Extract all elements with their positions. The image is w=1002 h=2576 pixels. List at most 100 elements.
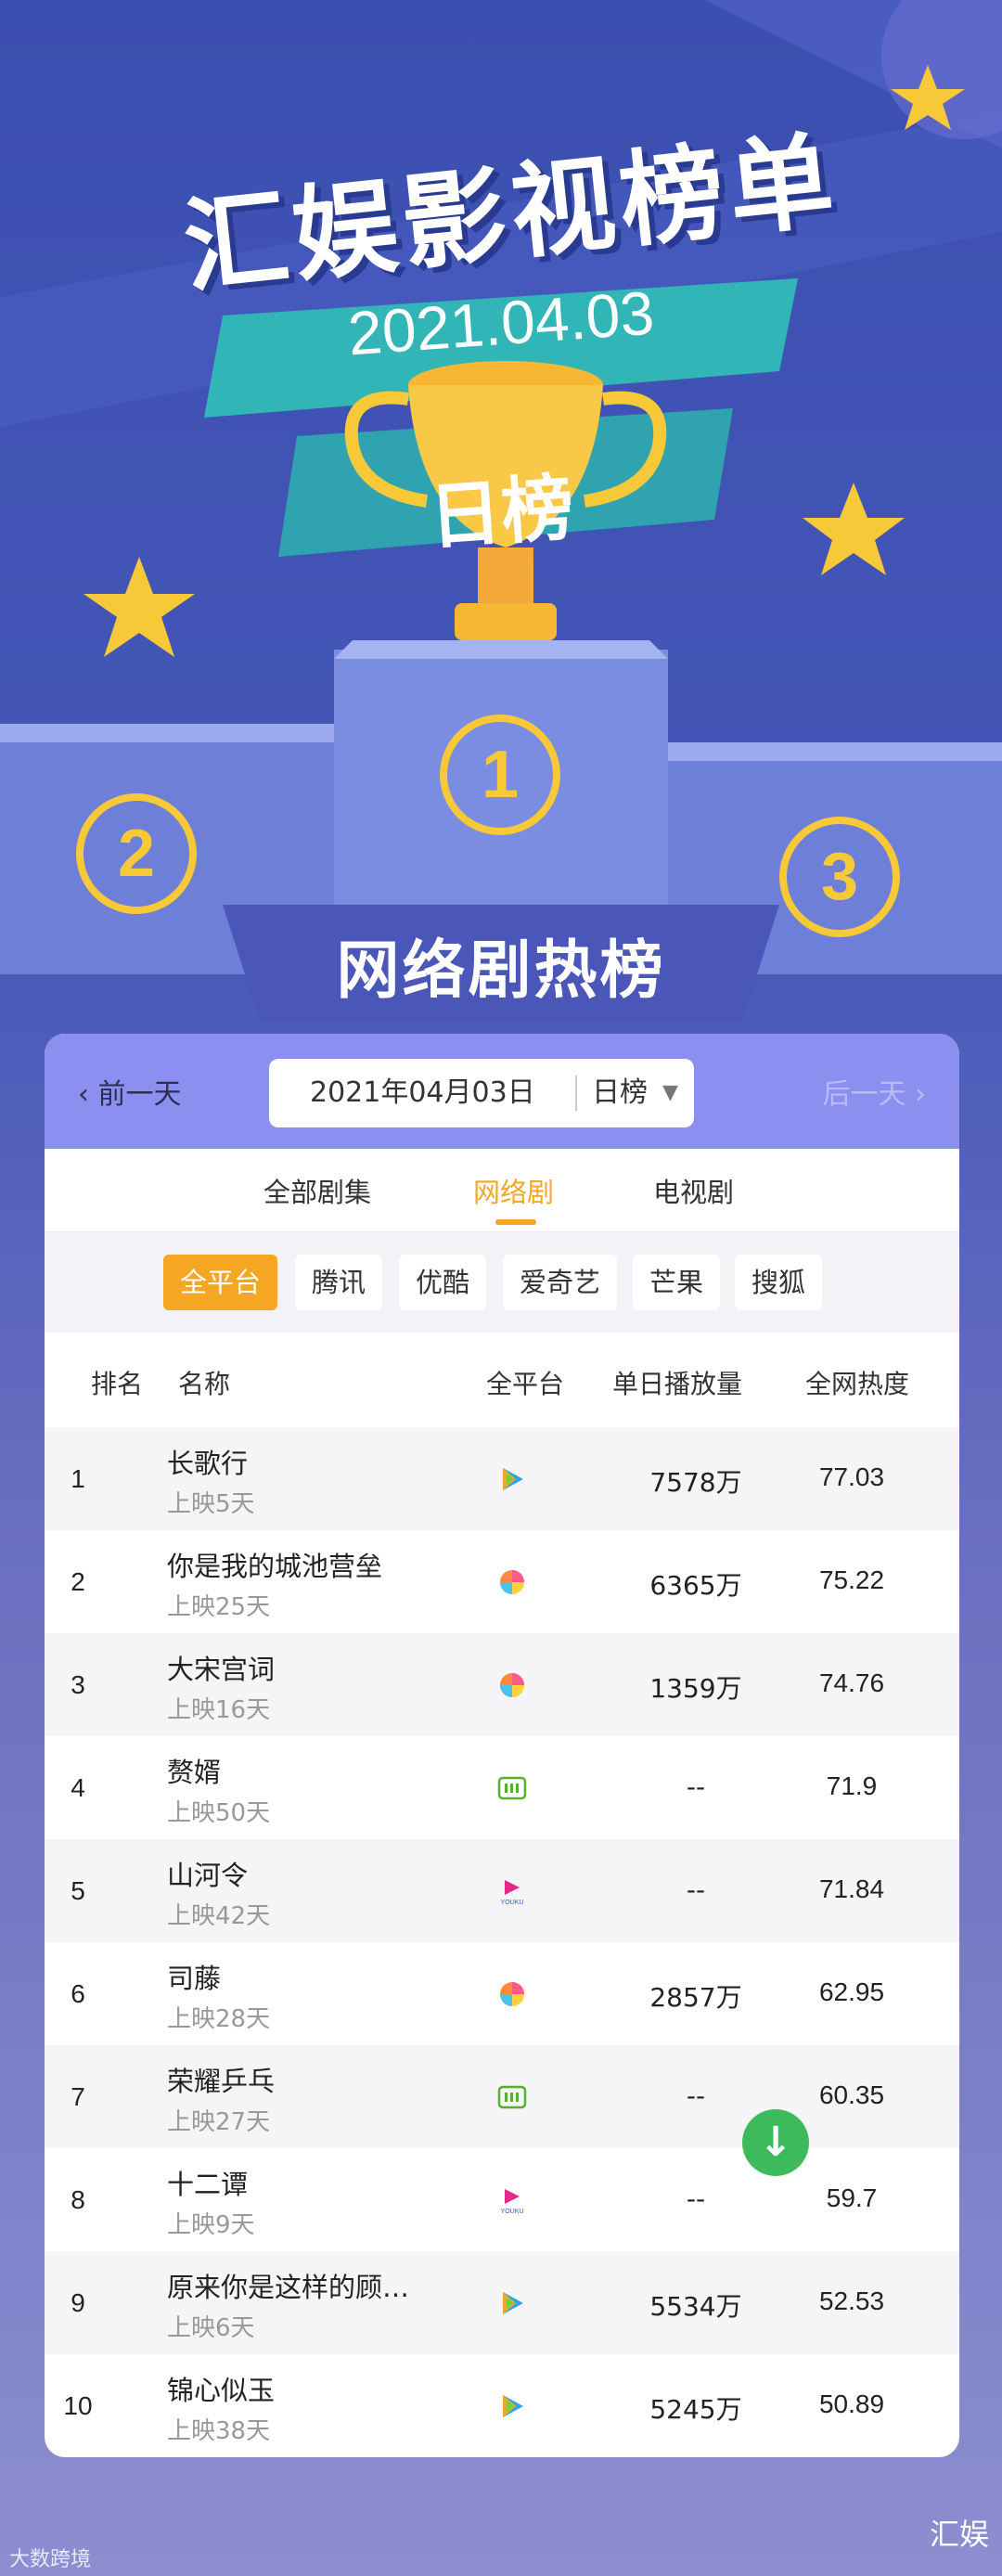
chevron-right-icon: › [906, 1078, 926, 1111]
header-rank: 排名 [91, 1369, 144, 1399]
row-plays: -- [686, 1771, 706, 1802]
svg-text:YOUKU: YOUKU [501, 1900, 524, 1906]
mango-tv-icon [497, 1979, 527, 2009]
row-rank: 5 [71, 1876, 85, 1905]
row-rank: 3 [71, 1670, 85, 1699]
row-title: 原来你是这样的顾… [167, 2272, 410, 2303]
row-heat: 71.9 [826, 1771, 878, 1800]
ranking-card: ‹ 前一天 2021年04月03日 日榜 ▼ 后一天 › 全部剧集 网络剧 电视… [45, 1034, 959, 2457]
row-plays: 6365万 [649, 1570, 742, 1601]
row-rank: 10 [63, 2391, 93, 2420]
row-heat: 75.22 [818, 1565, 885, 1594]
date-value: 2021年04月03日 [310, 1076, 535, 1109]
hero-banner: 汇娱影视榜单 2021.04.03 日榜 1 2 3 网络剧热榜 [0, 0, 1002, 1076]
table-row[interactable]: 10 锦心似玉上映38天 5245万 50.89 [45, 2354, 959, 2457]
row-days: 上映27天 [167, 2108, 271, 2136]
table-row[interactable]: 4 赘婿上映50天 -- 71.9 [45, 1736, 959, 1839]
period-select[interactable]: 日榜 [592, 1059, 648, 1127]
row-rank: 4 [71, 1773, 85, 1802]
row-title: 赘婿 [167, 1757, 222, 1788]
table-row[interactable]: 7 荣耀乒乓上映27天 -- 60.35 [45, 2045, 959, 2148]
table-row[interactable]: 3 大宋宫词 上映16天 1359万 74.76 [45, 1633, 959, 1736]
row-plays: -- [686, 1874, 706, 1905]
table-row[interactable]: 9 原来你是这样的顾… 上映6天 5534万 52.53 [45, 2251, 959, 2354]
date-bar: ‹ 前一天 2021年04月03日 日榜 ▼ 后一天 › [45, 1034, 959, 1149]
row-title: 山河令 [167, 1860, 249, 1891]
tencent-video-icon [497, 1464, 527, 1494]
row-title: 你是我的城池营垒 [167, 1551, 383, 1582]
row-title: 十二谭 [167, 2169, 249, 2200]
row-heat: 50.89 [818, 2389, 885, 2418]
row-title: 荣耀乒乓 [167, 2066, 276, 2097]
row-days: 上映50天 [167, 1799, 271, 1827]
prev-day-button[interactable]: ‹ 前一天 [78, 1071, 182, 1112]
platform-sohu[interactable]: 搜狐 [735, 1255, 823, 1310]
row-title: 长歌行 [167, 1448, 249, 1479]
row-title: 大宋宫词 [167, 1654, 276, 1685]
arrow-down-icon: ↓ [758, 2119, 793, 2166]
row-rank: 8 [71, 2185, 85, 2214]
platform-youku[interactable]: 优酷 [399, 1255, 487, 1310]
banner-period: 日榜 [426, 466, 577, 560]
iqiyi-icon [497, 1773, 527, 1803]
table-row[interactable]: 5 山河令上映42天 YOUKU -- 71.84 [45, 1839, 959, 1942]
platform-iqiyi[interactable]: 爱奇艺 [503, 1255, 618, 1310]
row-heat: 60.35 [818, 2080, 885, 2109]
row-days: 上映38天 [167, 2417, 271, 2445]
table-header: 排名 名称 全平台 单日播放量 全网热度 [45, 1333, 959, 1427]
tab-web-series[interactable]: 网络剧 [473, 1171, 554, 1210]
row-rank: 9 [71, 2288, 85, 2317]
platform-tencent[interactable]: 腾讯 [295, 1255, 383, 1310]
chevron-left-icon: ‹ [78, 1078, 98, 1111]
row-plays: 5245万 [649, 2394, 742, 2425]
row-heat: 77.03 [818, 1462, 885, 1491]
row-days: 上映5天 [167, 1490, 255, 1518]
scroll-down-button[interactable]: ↓ [742, 2109, 809, 2176]
row-rank: 2 [71, 1567, 85, 1596]
row-plays: -- [686, 2080, 706, 2111]
table-row[interactable]: 6 司藤 上映28天 2857万 62.95 [45, 1942, 959, 2045]
table-row[interactable]: 8 十二谭上映9天 YOUKU -- 59.7 [45, 2148, 959, 2251]
row-heat: 59.7 [826, 2183, 878, 2212]
watermark-right: 汇娱 [929, 2517, 989, 2552]
header-heat: 全网热度 [805, 1369, 910, 1399]
row-plays: -- [686, 2183, 706, 2214]
podium-second-badge: 2 [76, 793, 197, 914]
next-day-button[interactable]: 后一天 › [822, 1071, 926, 1112]
platform-all[interactable]: 全平台 [163, 1255, 278, 1310]
category-tabs: 全部剧集 网络剧 电视剧 [45, 1149, 959, 1232]
row-days: 上映16天 [167, 1696, 271, 1724]
active-tab-indicator [495, 1219, 536, 1225]
mango-tv-icon [497, 1670, 527, 1700]
table-row[interactable]: 2 你是我的城池营垒 上映25天 6365万 75.22 [45, 1530, 959, 1633]
row-title: 锦心似玉 [167, 2375, 276, 2406]
row-plays: 1359万 [649, 1673, 742, 1704]
row-rank: 1 [71, 1464, 85, 1493]
watermark-left: 大数跨境 [9, 2548, 92, 2571]
mango-tv-icon [497, 1567, 527, 1597]
row-days: 上映6天 [167, 2314, 255, 2342]
podium-first-badge: 1 [440, 715, 560, 835]
platform-filter: 全平台 腾讯 优酷 爱奇艺 芒果 搜狐 [45, 1232, 959, 1333]
row-plays: 5534万 [649, 2291, 742, 2322]
table-row[interactable]: 1 长歌行上映5天 7578万 77.03 [45, 1427, 959, 1530]
tab-tv-series[interactable]: 电视剧 [653, 1171, 734, 1210]
row-days: 上映42天 [167, 1902, 271, 1930]
caret-down-icon[interactable]: ▼ [662, 1059, 678, 1127]
youku-icon: YOUKU [497, 2185, 527, 2215]
row-rank: 7 [71, 2082, 85, 2111]
youku-icon: YOUKU [497, 1876, 527, 1906]
header-name: 名称 [178, 1369, 231, 1399]
row-days: 上映25天 [167, 1593, 271, 1621]
platform-mango[interactable]: 芒果 [633, 1255, 721, 1310]
row-rank: 6 [71, 1979, 85, 2008]
section-title: 网络剧热榜 [336, 934, 666, 1008]
row-days: 上映9天 [167, 2211, 255, 2239]
tab-all-series[interactable]: 全部剧集 [263, 1171, 371, 1210]
date-selector[interactable]: 2021年04月03日 日榜 ▼ [269, 1059, 694, 1127]
row-plays: 7578万 [649, 1467, 742, 1498]
divider [575, 1075, 577, 1111]
row-days: 上映28天 [167, 2005, 271, 2033]
header-platform: 全平台 [486, 1369, 565, 1399]
row-heat: 71.84 [818, 1874, 885, 1903]
